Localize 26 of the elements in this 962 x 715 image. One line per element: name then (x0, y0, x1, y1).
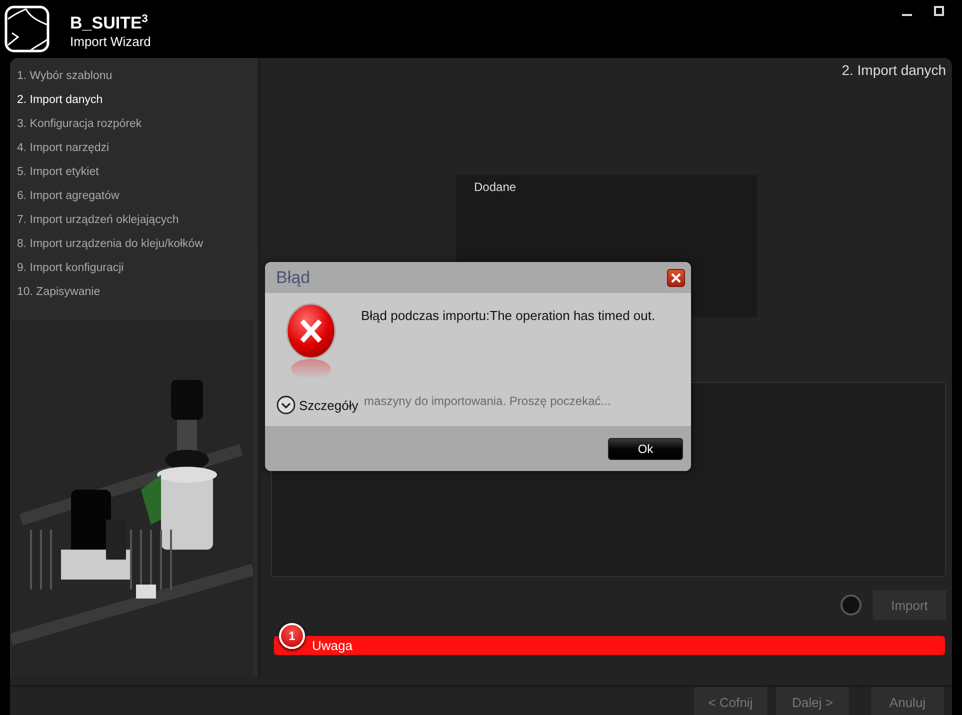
wizard-step[interactable]: 10. Zapisywanie (17, 284, 258, 308)
wizard-step[interactable]: 4. Import narzędzi (17, 140, 258, 164)
app-subtitle: Import Wizard (70, 34, 151, 49)
wizard-step[interactable]: 8. Import urządzenia do kleju/kołków (17, 236, 258, 260)
app-title: B_SUITE$^{3}$ (70, 12, 149, 34)
wizard-step[interactable]: 6. Import agregatów (17, 188, 258, 212)
wizard-step[interactable]: 9. Import konfiguracji (17, 260, 258, 284)
ok-button[interactable]: Ok (608, 438, 683, 460)
dialog-title: Błąd (276, 268, 310, 288)
close-button[interactable] (667, 268, 685, 286)
error-message: Błąd podczas importu:The operation has timed out. (361, 307, 656, 325)
wizard-step[interactable]: 5. Import etykiet (17, 164, 258, 188)
list-header: Dodane (474, 180, 518, 194)
spinner-icon (840, 594, 862, 616)
logo-icon (4, 5, 50, 53)
warning-label: Uwaga (312, 638, 352, 653)
warning-count-badge: 1 (279, 623, 305, 649)
page-title: 2. Import danych (842, 62, 946, 78)
wizard-step[interactable]: 1. Wybór szablonu (17, 68, 258, 92)
wizard-step[interactable]: 3. Konfiguracja rozpórek (17, 116, 258, 140)
close-icon (671, 272, 681, 282)
wizard-step[interactable]: 7. Import urządzeń oklejających (17, 212, 258, 236)
wizard-step[interactable]: 2. Import danych (17, 92, 258, 116)
details-toggle[interactable]: Szczegóły (276, 395, 358, 415)
maximize-icon[interactable] (934, 6, 944, 16)
log-text: maszyny do importowania. Proszę poczekać... (364, 394, 611, 408)
